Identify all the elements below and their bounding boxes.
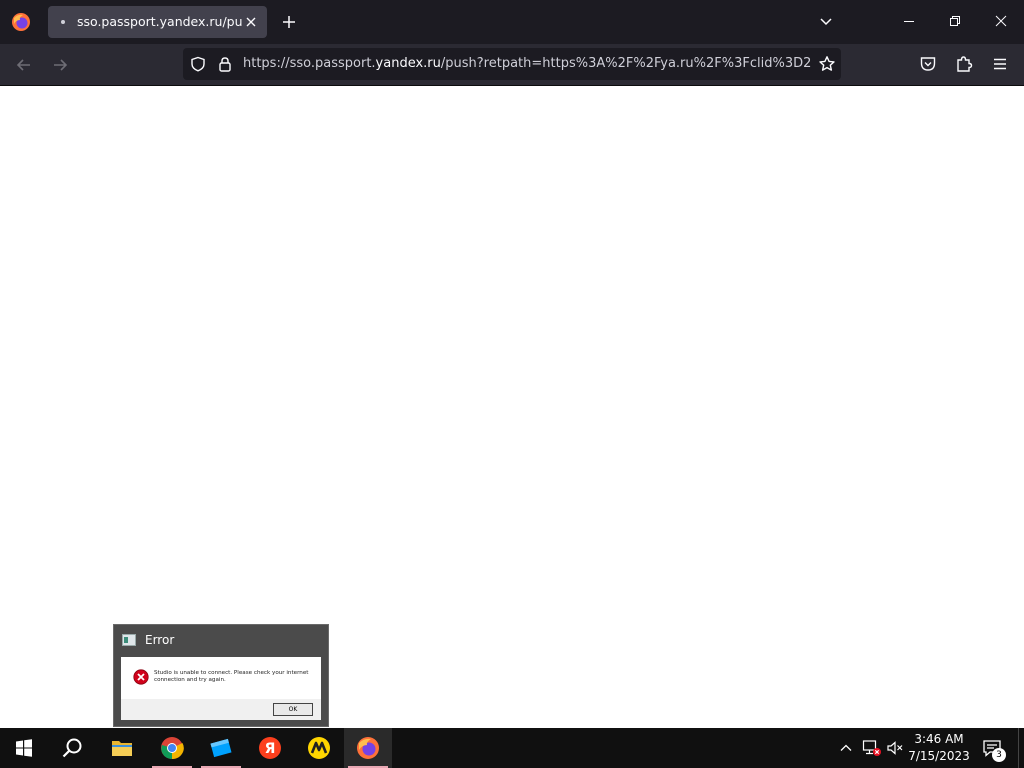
search-button[interactable] bbox=[48, 728, 96, 768]
back-arrow-icon[interactable] bbox=[14, 55, 34, 75]
firefox-icon[interactable] bbox=[11, 12, 31, 32]
hamburger-icon[interactable] bbox=[991, 55, 1009, 73]
taskbar-roblox-studio[interactable] bbox=[197, 728, 245, 768]
folder-icon bbox=[110, 736, 134, 760]
show-desktop-button[interactable] bbox=[1018, 728, 1024, 768]
lock-icon[interactable] bbox=[217, 56, 233, 72]
pocket-icon[interactable] bbox=[919, 55, 937, 73]
url-prefix: https://sso.passport. bbox=[243, 56, 376, 71]
close-window-button[interactable] bbox=[978, 0, 1024, 44]
forward-arrow-icon[interactable] bbox=[50, 55, 70, 75]
error-icon bbox=[133, 669, 149, 685]
firefox-icon bbox=[356, 736, 380, 760]
restore-button[interactable] bbox=[932, 0, 978, 44]
puzzle-icon[interactable] bbox=[955, 55, 973, 73]
ok-button[interactable]: OK bbox=[273, 703, 313, 716]
tab-title: sso.passport.yandex.ru/push?retpath=http… bbox=[77, 14, 242, 29]
roblox-studio-icon bbox=[209, 736, 233, 760]
taskbar-yandex-market[interactable] bbox=[295, 728, 343, 768]
yandex-market-icon bbox=[307, 736, 331, 760]
start-button[interactable] bbox=[0, 728, 48, 768]
taskbar-file-explorer[interactable] bbox=[98, 728, 146, 768]
url-host: yandex.ru bbox=[375, 56, 441, 71]
plus-icon[interactable] bbox=[280, 13, 298, 31]
address-bar[interactable]: https://sso.passport.yandex.ru/push?retp… bbox=[183, 48, 841, 80]
chevron-down-icon[interactable] bbox=[817, 13, 835, 31]
close-icon[interactable] bbox=[243, 14, 259, 30]
dialog-message: Studio is unable to connect. Please chec… bbox=[154, 670, 309, 683]
taskbar-firefox[interactable] bbox=[344, 728, 392, 768]
close-icon bbox=[978, 15, 1024, 27]
minimize-icon bbox=[886, 15, 932, 27]
chrome-icon bbox=[160, 736, 184, 760]
app-window-icon bbox=[122, 634, 136, 646]
url-text[interactable]: https://sso.passport.yandex.ru/push?retp… bbox=[243, 56, 811, 71]
notification-count-badge: 3 bbox=[992, 748, 1006, 762]
system-clock[interactable]: 3:46 AM 7/15/2023 bbox=[906, 731, 972, 765]
windows-logo-icon bbox=[12, 736, 36, 760]
dialog-footer: OK bbox=[121, 699, 321, 720]
browser-titlebar: sso.passport.yandex.ru/push?retpath=http… bbox=[0, 0, 1024, 44]
error-dialog: Error Studio is unable to connect. Pleas… bbox=[113, 624, 329, 727]
shield-icon[interactable] bbox=[190, 56, 206, 72]
network-disconnected-icon[interactable] bbox=[862, 739, 882, 757]
taskbar-yandex-browser[interactable]: Я bbox=[246, 728, 294, 768]
restore-icon bbox=[932, 15, 978, 27]
taskbar-chrome[interactable] bbox=[148, 728, 196, 768]
yandex-icon: Я bbox=[258, 736, 282, 760]
clock-time: 3:46 AM bbox=[914, 732, 964, 746]
clock-date: 7/15/2023 bbox=[908, 749, 970, 763]
tab-active[interactable]: sso.passport.yandex.ru/push?retpath=http… bbox=[48, 6, 267, 38]
search-icon bbox=[60, 736, 84, 760]
minimize-button[interactable] bbox=[886, 0, 932, 44]
volume-muted-icon[interactable] bbox=[886, 739, 904, 757]
taskbar: Я 3:46 AM 7/15/2023 3 bbox=[0, 728, 1024, 768]
url-path: /push?retpath=https%3A%2F%2Fya.ru%2F%3Fc… bbox=[440, 56, 811, 71]
dialog-title: Error bbox=[145, 633, 175, 647]
svg-text:Я: Я bbox=[265, 741, 276, 757]
dialog-body: Studio is unable to connect. Please chec… bbox=[121, 657, 321, 720]
star-icon[interactable] bbox=[818, 55, 836, 73]
navigation-toolbar: https://sso.passport.yandex.ru/push?retp… bbox=[0, 44, 1024, 86]
chevron-up-icon[interactable] bbox=[838, 740, 854, 756]
tab-loading-dot bbox=[61, 20, 65, 24]
